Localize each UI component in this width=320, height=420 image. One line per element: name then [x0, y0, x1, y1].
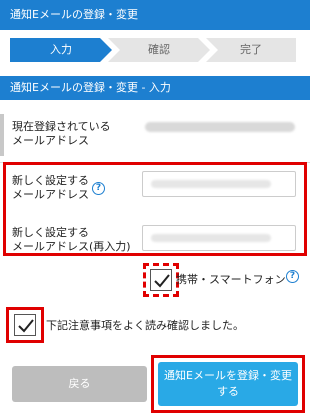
page-header: 通知Eメールの登録・変更: [0, 0, 310, 30]
step-complete: 完了: [206, 38, 296, 62]
current-email-value-redacted: [145, 122, 295, 132]
mobile-option-label: 携帯・スマートフォン: [176, 273, 286, 286]
current-row-marker: [0, 114, 4, 156]
step-input: 入力: [10, 38, 112, 62]
section-title: 通知Eメールの登録・変更 - 入力: [0, 76, 310, 100]
step-confirm: 確認: [108, 38, 210, 62]
current-email-label-line1: 現在登録されている: [12, 120, 111, 133]
progress-steps: 入力 確認 完了: [10, 38, 296, 62]
help-icon[interactable]: ?: [286, 270, 299, 283]
highlight-submit-button: [151, 355, 305, 413]
highlight-agree-checkbox: [6, 307, 44, 343]
agree-label: 下記注意事項をよく読み確認しました。: [46, 319, 244, 332]
highlight-email-fields: [3, 162, 307, 256]
highlight-mobile-checkbox: [143, 263, 179, 297]
back-button[interactable]: 戻る: [12, 366, 147, 402]
current-email-label: 現在登録されている メールアドレス: [12, 120, 111, 148]
current-email-label-line2: メールアドレス: [12, 134, 89, 147]
